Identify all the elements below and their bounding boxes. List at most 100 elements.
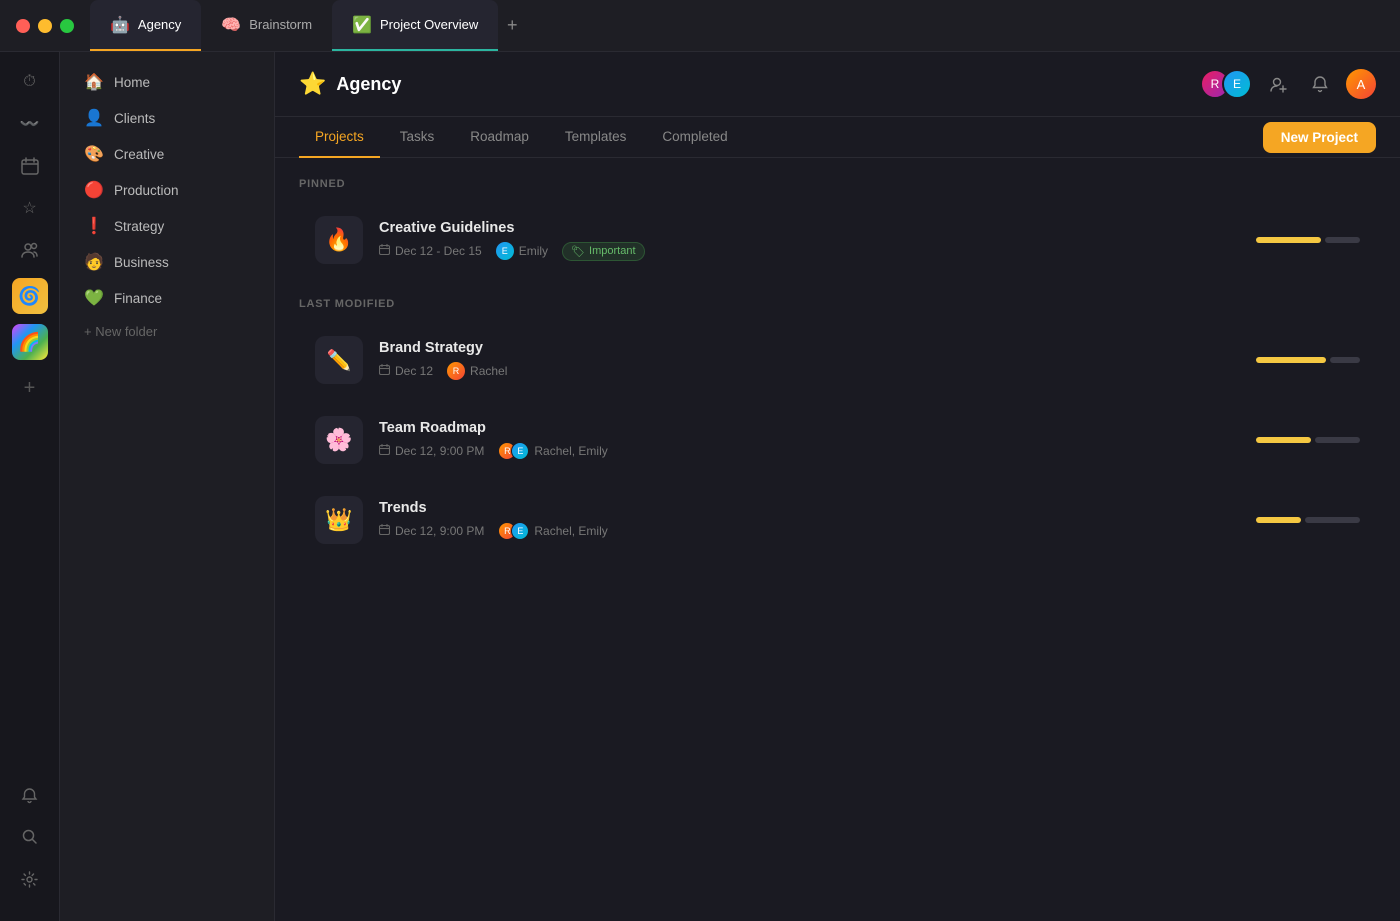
tab-bar: 🤖 Agency 🧠 Brainstorm ✅ Project Overview… — [90, 0, 1400, 51]
project-assignees-trends: Rachel, Emily — [534, 524, 607, 538]
progress-bar-team-roadmap — [1256, 437, 1360, 443]
sidebar-item-clients[interactable]: 👤 Clients — [68, 100, 266, 136]
sidebar-item-creative[interactable]: 🎨 Creative — [68, 136, 266, 172]
tab-brainstorm-label: Brainstorm — [249, 17, 312, 32]
minimize-button[interactable] — [38, 19, 52, 33]
agency-app-icon[interactable]: 🌀 — [12, 278, 48, 314]
sidebar-item-strategy[interactable]: ❗ Strategy — [68, 208, 266, 244]
meta-date-brand: Dec 12 — [379, 364, 433, 378]
project-meta-team-roadmap: Dec 12, 9:00 PM R E Rachel, Emily — [379, 442, 1360, 460]
maximize-button[interactable] — [60, 19, 74, 33]
project-meta-creative-guidelines: Dec 12 - Dec 15 E Emily 🏷 Important — [379, 242, 1360, 261]
project-assignee-creative-guidelines: Emily — [519, 244, 548, 258]
window-controls — [0, 19, 90, 33]
meta-date: Dec 12 - Dec 15 — [379, 244, 482, 258]
icon-bar: ⏱ 〰️ ☆ 🌀 🌈 + — [0, 52, 60, 921]
sidebar-item-production[interactable]: 🔴 Production — [68, 172, 266, 208]
content-body: PINNED 🔥 Creative Guidelines — [275, 158, 1400, 921]
avatars-roadmap: R E — [498, 442, 529, 460]
add-member-button[interactable] — [1262, 68, 1294, 100]
project-card-brand-strategy[interactable]: ✏️ Brand Strategy Dec — [299, 322, 1376, 398]
bell-icon[interactable] — [12, 777, 48, 813]
tab-projects-label: Projects — [315, 129, 364, 144]
sidebar-item-favorites[interactable]: ☆ — [12, 190, 48, 226]
project-date-brand-strategy: Dec 12 — [395, 364, 433, 378]
project-date-team-roadmap: Dec 12, 9:00 PM — [395, 444, 484, 458]
avatars-trends: R E — [498, 522, 529, 540]
tab-agency-label: Agency — [138, 17, 181, 32]
notifications-button[interactable] — [1304, 68, 1336, 100]
add-tab-button[interactable]: + — [498, 12, 526, 40]
project-info-creative-guidelines: Creative Guidelines Dec 12 - Dec 15 — [379, 220, 1360, 261]
sidebar-item-activity[interactable]: 〰️ — [12, 106, 48, 142]
sidebar-item-business[interactable]: 🧑 Business — [68, 244, 266, 280]
project-thumb-team-roadmap: 🌸 — [315, 416, 363, 464]
sidebar-item-people[interactable] — [12, 232, 48, 268]
project-meta-trends: Dec 12, 9:00 PM R E Rachel, Emily — [379, 522, 1360, 540]
tab-tasks[interactable]: Tasks — [384, 117, 451, 158]
agency-title-text: Agency — [336, 74, 401, 95]
project-thumb-trends: 👑 — [315, 496, 363, 544]
sidebar-item-timer[interactable]: ⏱ — [12, 64, 48, 100]
tab-brainstorm[interactable]: 🧠 Brainstorm — [201, 0, 332, 51]
home-icon: 🏠 — [84, 72, 104, 92]
tab-roadmap[interactable]: Roadmap — [454, 117, 545, 158]
sidebar-item-strategy-label: Strategy — [114, 219, 164, 234]
agency-title-icon: ⭐ — [299, 71, 326, 97]
add-workspace-button[interactable]: + — [12, 370, 48, 406]
calendar-icon-roadmap — [379, 444, 390, 458]
sidebar-item-creative-label: Creative — [114, 147, 164, 162]
project-date-creative-guidelines: Dec 12 - Dec 15 — [395, 244, 482, 258]
important-tag: 🏷 Important — [562, 242, 644, 261]
titlebar: 🤖 Agency 🧠 Brainstorm ✅ Project Overview… — [0, 0, 1400, 52]
tag-icon: 🏷 — [571, 245, 585, 258]
project-assignees-team-roadmap: Rachel, Emily — [534, 444, 607, 458]
new-folder-button[interactable]: + New folder — [68, 316, 266, 347]
sidebar-item-home[interactable]: 🏠 Home — [68, 64, 266, 100]
pinned-section-label: PINNED — [299, 178, 1376, 190]
tab-agency[interactable]: 🤖 Agency — [90, 0, 201, 51]
close-button[interactable] — [16, 19, 30, 33]
progress-bar-creative-guidelines — [1256, 237, 1360, 243]
progress-bar-trends — [1256, 517, 1360, 523]
tab-project-overview[interactable]: ✅ Project Overview — [332, 0, 498, 51]
tab-brainstorm-icon: 🧠 — [221, 15, 241, 35]
tab-templates[interactable]: Templates — [549, 117, 643, 158]
project-card-creative-guidelines[interactable]: 🔥 Creative Guidelines — [299, 202, 1376, 278]
tag-label: Important — [589, 245, 635, 257]
settings-icon[interactable] — [12, 861, 48, 897]
progress-empty-brand — [1330, 357, 1360, 363]
project-card-team-roadmap[interactable]: 🌸 Team Roadmap Dec 12 — [299, 402, 1376, 478]
creative-icon: 🎨 — [84, 144, 104, 164]
meta-assignee: E Emily — [496, 242, 548, 260]
strategy-icon: ❗ — [84, 216, 104, 236]
progress-empty-roadmap — [1315, 437, 1360, 443]
sidebar-item-home-label: Home — [114, 75, 150, 90]
sidebar-item-finance-label: Finance — [114, 291, 162, 306]
sidebar-item-calendar[interactable] — [12, 148, 48, 184]
rainbow-app-icon[interactable]: 🌈 — [12, 324, 48, 360]
progress-filled-brand — [1256, 357, 1326, 363]
progress-filled-trends — [1256, 517, 1301, 523]
tab-completed[interactable]: Completed — [646, 117, 743, 158]
tab-project-overview-icon: ✅ — [352, 15, 372, 35]
project-name-brand-strategy: Brand Strategy — [379, 340, 1360, 356]
meta-assignees-roadmap: R E Rachel, Emily — [498, 442, 607, 460]
page-title: ⭐ Agency — [299, 71, 401, 97]
current-user-avatar[interactable]: A — [1346, 69, 1376, 99]
sidebar-item-finance[interactable]: 💚 Finance — [68, 280, 266, 316]
avatar-user-2[interactable]: E — [1222, 69, 1252, 99]
business-icon: 🧑 — [84, 252, 104, 272]
new-project-button[interactable]: New Project — [1263, 122, 1376, 153]
project-info-brand-strategy: Brand Strategy Dec 12 — [379, 340, 1360, 380]
project-thumb-creative-guidelines: 🔥 — [315, 216, 363, 264]
project-info-team-roadmap: Team Roadmap Dec 12, 9:00 PM — [379, 420, 1360, 460]
search-icon[interactable] — [12, 819, 48, 855]
progress-filled — [1256, 237, 1321, 243]
project-assignees-brand-strategy: Rachel — [470, 364, 507, 378]
sidebar-item-clients-label: Clients — [114, 111, 155, 126]
tab-templates-label: Templates — [565, 129, 627, 144]
tab-projects[interactable]: Projects — [299, 117, 380, 158]
project-card-trends[interactable]: 👑 Trends Dec 12, 9:00 — [299, 482, 1376, 558]
meta-assignees-trends: R E Rachel, Emily — [498, 522, 607, 540]
